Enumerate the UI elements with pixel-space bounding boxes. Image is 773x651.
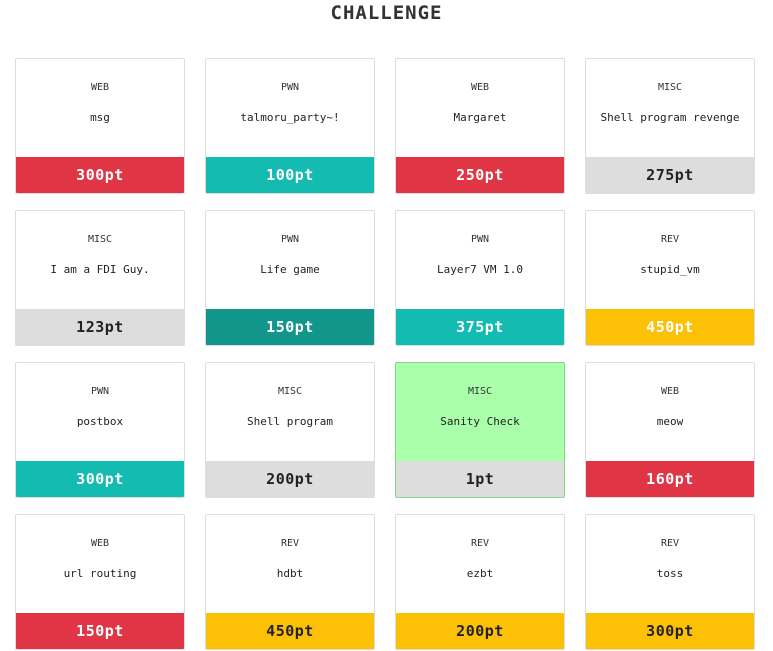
- challenge-card[interactable]: MISC I am a FDI Guy. 123pt: [15, 210, 185, 346]
- challenge-card[interactable]: REV hdbt 450pt: [205, 514, 375, 650]
- challenge-points: 100pt: [206, 157, 374, 193]
- challenge-name: meow: [656, 415, 684, 428]
- challenge-card[interactable]: REV toss 300pt: [585, 514, 755, 650]
- challenge-card[interactable]: PWN Layer7 VM 1.0 375pt: [395, 210, 565, 346]
- challenge-category: WEB: [660, 386, 680, 397]
- challenge-name: Shell program revenge: [600, 111, 740, 124]
- challenge-name: stupid_vm: [640, 263, 700, 276]
- challenge-category: PWN: [280, 82, 300, 93]
- challenge-category: WEB: [90, 538, 110, 549]
- challenge-points: 150pt: [16, 613, 184, 649]
- challenge-category: PWN: [280, 234, 300, 245]
- challenge-points: 150pt: [206, 309, 374, 345]
- challenge-points: 450pt: [206, 613, 374, 649]
- challenge-category: REV: [660, 234, 680, 245]
- challenge-card[interactable]: WEB msg 300pt: [15, 58, 185, 194]
- challenge-name: ezbt: [466, 567, 494, 580]
- challenge-name: Layer7 VM 1.0: [436, 263, 524, 276]
- challenge-points: 275pt: [586, 157, 754, 193]
- challenge-grid: WEB msg 300pt PWN talmoru_party~! 100pt WEB Mar…: [15, 58, 755, 650]
- page-title: CHALLENGE: [330, 2, 443, 24]
- challenge-name: Margaret: [453, 111, 507, 124]
- challenge-category: MISC: [277, 386, 303, 397]
- challenge-category: REV: [280, 538, 300, 549]
- challenge-card[interactable]: WEB url routing 150pt: [15, 514, 185, 650]
- challenge-category: WEB: [90, 82, 110, 93]
- challenge-card[interactable]: PWN Life game 150pt: [205, 210, 375, 346]
- challenge-card[interactable]: MISC Shell program 200pt: [205, 362, 375, 498]
- challenge-points: 160pt: [586, 461, 754, 497]
- challenge-category: MISC: [467, 386, 493, 397]
- challenge-points: 450pt: [586, 309, 754, 345]
- challenge-points: 300pt: [586, 613, 754, 649]
- challenge-points: 123pt: [16, 309, 184, 345]
- challenge-points: 300pt: [16, 461, 184, 497]
- challenge-card[interactable]: WEB Margaret 250pt: [395, 58, 565, 194]
- challenge-card[interactable]: PWN postbox 300pt: [15, 362, 185, 498]
- challenge-points: 250pt: [396, 157, 564, 193]
- challenge-card[interactable]: REV ezbt 200pt: [395, 514, 565, 650]
- challenge-category: MISC: [87, 234, 113, 245]
- challenge-category: REV: [660, 538, 680, 549]
- challenge-name: url routing: [63, 567, 137, 580]
- challenge-card[interactable]: MISC Sanity Check 1pt: [395, 362, 565, 498]
- challenge-name: I am a FDI Guy.: [50, 263, 150, 276]
- challenge-category: MISC: [657, 82, 683, 93]
- challenge-points: 300pt: [16, 157, 184, 193]
- challenge-card[interactable]: REV stupid_vm 450pt: [585, 210, 755, 346]
- challenge-points: 200pt: [396, 613, 564, 649]
- challenge-card[interactable]: PWN talmoru_party~! 100pt: [205, 58, 375, 194]
- challenge-category: PWN: [470, 234, 490, 245]
- challenge-name: toss: [656, 567, 684, 580]
- challenge-name: talmoru_party~!: [240, 111, 340, 124]
- challenge-points: 200pt: [206, 461, 374, 497]
- challenge-name: postbox: [76, 415, 124, 428]
- challenge-name: Sanity Check: [440, 415, 520, 428]
- challenge-name: Life game: [260, 263, 320, 276]
- challenge-name: Shell program: [246, 415, 334, 428]
- challenge-card[interactable]: MISC Shell program revenge 275pt: [585, 58, 755, 194]
- challenge-card[interactable]: WEB meow 160pt: [585, 362, 755, 498]
- challenge-category: WEB: [470, 82, 490, 93]
- challenge-points: 375pt: [396, 309, 564, 345]
- challenge-category: REV: [470, 538, 490, 549]
- challenge-name: msg: [90, 111, 110, 124]
- challenge-category: PWN: [90, 386, 110, 397]
- challenge-name: hdbt: [276, 567, 304, 580]
- challenge-points: 1pt: [396, 461, 564, 497]
